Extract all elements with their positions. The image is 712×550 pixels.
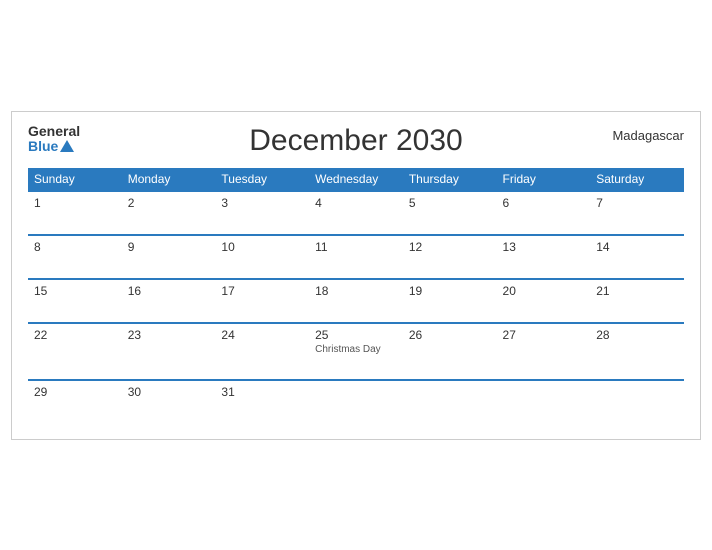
- calendar-cell-w4-d6: 27: [497, 323, 591, 380]
- day-number: 9: [128, 240, 135, 254]
- calendar-cell-w1-d5: 5: [403, 191, 497, 235]
- calendar-body: 1234567891011121314151617181920212223242…: [28, 191, 684, 423]
- header-friday: Friday: [497, 168, 591, 191]
- logo-blue-text: Blue: [28, 139, 80, 154]
- logo-general-text: General: [28, 124, 80, 139]
- calendar-cell-w3-d5: 19: [403, 279, 497, 323]
- calendar-table: Sunday Monday Tuesday Wednesday Thursday…: [28, 168, 684, 423]
- day-number: 5: [409, 196, 416, 210]
- day-number: 20: [503, 284, 516, 298]
- calendar-cell-w4-d1: 22: [28, 323, 122, 380]
- calendar-title: December 2030: [249, 124, 462, 158]
- calendar-cell-w2-d1: 8: [28, 235, 122, 279]
- calendar-cell-w3-d2: 16: [122, 279, 216, 323]
- day-number: 3: [221, 196, 228, 210]
- day-number: 8: [34, 240, 41, 254]
- day-number: 11: [315, 240, 327, 254]
- calendar-cell-w2-d6: 13: [497, 235, 591, 279]
- day-number: 4: [315, 196, 322, 210]
- calendar-cell-w5-d6: [497, 380, 591, 423]
- calendar-cell-w3-d6: 20: [497, 279, 591, 323]
- calendar-cell-w4-d4: 25 Christmas Day: [309, 323, 403, 380]
- calendar-week-3: 15 16 17 18 19 20 21: [28, 279, 684, 323]
- day-number: 7: [596, 196, 603, 210]
- calendar-week-1: 1 2 3 4 5 6 7: [28, 191, 684, 235]
- header-wednesday: Wednesday: [309, 168, 403, 191]
- day-number: 29: [34, 385, 47, 399]
- calendar-cell-w5-d2: 30: [122, 380, 216, 423]
- calendar-cell-w4-d5: 26: [403, 323, 497, 380]
- calendar-cell-w3-d7: 21: [590, 279, 684, 323]
- calendar-cell-w3-d1: 15: [28, 279, 122, 323]
- day-number: 31: [221, 385, 234, 399]
- header-monday: Monday: [122, 168, 216, 191]
- day-number: 26: [409, 328, 422, 342]
- calendar-cell-w2-d2: 9: [122, 235, 216, 279]
- day-number: 30: [128, 385, 141, 399]
- calendar-cell-w5-d4: [309, 380, 403, 423]
- calendar-cell-w5-d1: 29: [28, 380, 122, 423]
- calendar-week-4: 22 23 24 25 Christmas Day 26 27 28: [28, 323, 684, 380]
- calendar-cell-w1-d4: 4: [309, 191, 403, 235]
- day-number: 23: [128, 328, 141, 342]
- day-number: 28: [596, 328, 609, 342]
- calendar: General Blue December 2030 Madagascar Su…: [11, 111, 701, 440]
- calendar-cell-w1-d1: 1: [28, 191, 122, 235]
- calendar-thead: Sunday Monday Tuesday Wednesday Thursday…: [28, 168, 684, 191]
- day-number: 19: [409, 284, 422, 298]
- day-number: 14: [596, 240, 609, 254]
- day-number: 2: [128, 196, 135, 210]
- day-number: 18: [315, 284, 328, 298]
- calendar-cell-w2-d5: 12: [403, 235, 497, 279]
- header-saturday: Saturday: [590, 168, 684, 191]
- calendar-cell-w3-d4: 18: [309, 279, 403, 323]
- calendar-cell-w2-d4: 11: [309, 235, 403, 279]
- calendar-cell-w2-d3: 10: [215, 235, 309, 279]
- calendar-cell-w4-d7: 28: [590, 323, 684, 380]
- calendar-cell-w4-d2: 23: [122, 323, 216, 380]
- day-number: 24: [221, 328, 234, 342]
- logo: General Blue: [28, 124, 80, 155]
- day-number: 10: [221, 240, 234, 254]
- calendar-cell-w5-d5: [403, 380, 497, 423]
- calendar-cell-w3-d3: 17: [215, 279, 309, 323]
- calendar-header: General Blue December 2030 Madagascar: [28, 124, 684, 158]
- day-number: 1: [34, 196, 41, 210]
- day-number: 12: [409, 240, 422, 254]
- day-number: 27: [503, 328, 516, 342]
- calendar-cell-w5-d3: 31: [215, 380, 309, 423]
- header-sunday: Sunday: [28, 168, 122, 191]
- logo-triangle-icon: [60, 140, 74, 152]
- calendar-cell-w1-d6: 6: [497, 191, 591, 235]
- day-number: 6: [503, 196, 510, 210]
- holiday-label: Christmas Day: [315, 344, 397, 355]
- weekday-header-row: Sunday Monday Tuesday Wednesday Thursday…: [28, 168, 684, 191]
- day-number: 22: [34, 328, 47, 342]
- calendar-week-5: 29 30 31: [28, 380, 684, 423]
- day-number: 13: [503, 240, 516, 254]
- calendar-cell-w4-d3: 24: [215, 323, 309, 380]
- day-number: 16: [128, 284, 141, 298]
- country-label: Madagascar: [612, 128, 684, 143]
- calendar-cell-w1-d3: 3: [215, 191, 309, 235]
- day-number: 17: [221, 284, 234, 298]
- day-number: 21: [596, 284, 609, 298]
- header-thursday: Thursday: [403, 168, 497, 191]
- header-tuesday: Tuesday: [215, 168, 309, 191]
- calendar-week-2: 8 9 10 11 12 13 14: [28, 235, 684, 279]
- day-number: 25: [315, 328, 328, 342]
- calendar-cell-w1-d2: 2: [122, 191, 216, 235]
- day-number: 15: [34, 284, 47, 298]
- calendar-cell-w2-d7: 14: [590, 235, 684, 279]
- calendar-cell-w5-d7: [590, 380, 684, 423]
- calendar-cell-w1-d7: 7: [590, 191, 684, 235]
